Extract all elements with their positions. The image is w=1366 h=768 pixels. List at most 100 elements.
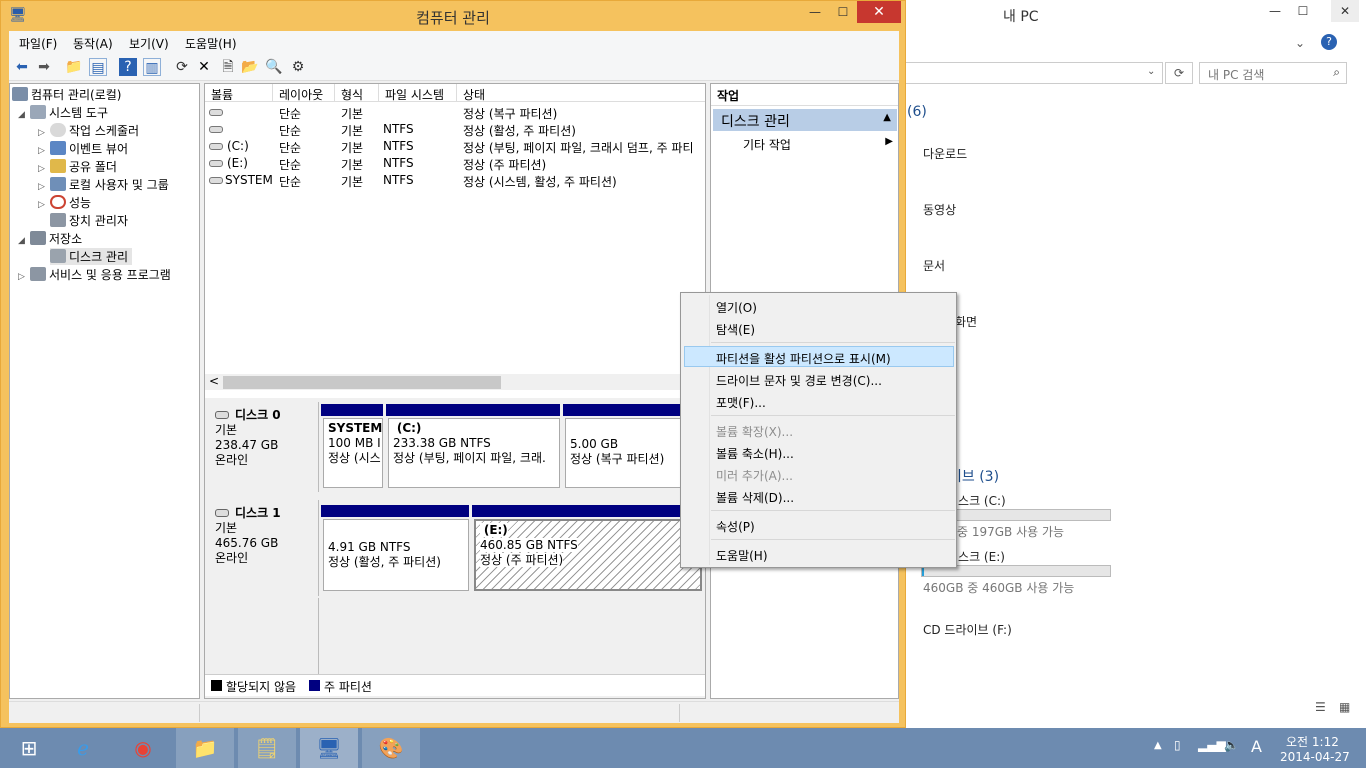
menu-item-mark-active[interactable]: 파티션을 활성 파티션으로 표시(M) [716,350,891,367]
ime-indicator[interactable]: A [1251,737,1262,756]
menu-action[interactable]: 동작(A) [73,35,113,52]
clock-date[interactable]: 2014-04-27 [1280,750,1350,764]
actions-section-disk-management[interactable]: 디스크 관리 ▲ [713,109,897,131]
collapse-up-icon[interactable]: ▲ [883,112,891,123]
volume-icon[interactable]: 🔈 [1224,738,1239,752]
menu-help[interactable]: 도움말(H) [185,35,237,52]
network-icon[interactable]: ▂▄▆ [1198,738,1226,752]
column-status[interactable]: 상태 [457,84,705,102]
folder-downloads[interactable]: 다운로드 [923,145,967,162]
explorer-maximize-button[interactable]: ☐ [1289,0,1317,22]
actions-more[interactable]: 기타 작업 ▶ [743,136,895,153]
properties-icon[interactable]: 🗎 [219,58,237,76]
large-icons-view-icon[interactable]: ▦ [1339,700,1350,714]
table-row[interactable]: SYSTEM 단순 기본 NTFS 정상 (시스템, 활성, 주 파티션) [205,172,705,189]
table-row[interactable]: (E:) 단순 기본 NTFS 정상 (주 파티션) [205,155,705,172]
tree-item-services[interactable]: ▷ 서비스 및 응용 프로그램 [18,266,171,283]
disk-1-label[interactable]: 디스크 1 기본 465.76 GB 온라인 [207,500,319,596]
partition-e-selected[interactable]: (E:) 460.85 GB NTFS 정상 (주 파티션) [474,519,702,591]
folders-group-header[interactable]: (6) [907,104,927,120]
open-icon[interactable]: 📂 [241,58,259,76]
table-row[interactable]: (C:) 단순 기본 NTFS 정상 (부팅, 페이지 파일, 크래시 덤프, … [205,138,705,155]
menu-item-explore[interactable]: 탐색(E) [716,321,755,338]
menu-item-format[interactable]: 포맷(F)... [716,394,766,411]
ie-icon[interactable]: ℯ [54,728,112,768]
address-dropdown-icon[interactable]: ⌄ [1147,66,1155,77]
sticky-notes-icon[interactable]: 🗒 [238,728,296,768]
menu-item-delete[interactable]: 볼륨 삭제(D)... [716,489,794,506]
folder-documents[interactable]: 문서 [923,257,945,274]
tree-item-local-users[interactable]: ▷ 로컬 사용자 및 그룹 [38,176,169,193]
refresh-icon[interactable]: ⟳ [173,58,191,76]
tree-item-disk-management[interactable]: 디스크 관리 [50,248,133,265]
collapse-icon[interactable]: ◢ [18,110,30,120]
computer-management-icon[interactable]: 🖥 [300,728,358,768]
column-layout[interactable]: 레이아웃 [273,84,335,102]
collapse-icon[interactable]: ◢ [18,236,30,246]
explorer-close-button[interactable]: ✕ [1331,0,1359,22]
menu-item-add-mirror[interactable]: 미러 추가(A)... [716,467,793,484]
cd-drive-label[interactable]: CD 드라이브 (F:) [923,621,1012,638]
menu-item-help[interactable]: 도움말(H) [716,547,768,564]
tree-item-system-tools[interactable]: ◢ 시스템 도구 [18,104,108,121]
menu-item-change-letter[interactable]: 드라이브 문자 및 경로 변경(C)... [716,372,882,389]
menu-view[interactable]: 보기(V) [129,35,169,52]
menu-item-open[interactable]: 열기(O) [716,299,757,316]
tree-item-shared-folders[interactable]: ▷ 공유 폴더 [38,158,117,175]
expand-icon[interactable]: ▷ [38,146,50,156]
forward-icon[interactable]: ➡ [35,58,53,76]
help-icon[interactable]: ? [1321,34,1337,50]
table-row[interactable]: 단순 기본 NTFS 정상 (활성, 주 파티션) [205,121,705,138]
address-bar[interactable]: ⌄ [903,62,1163,84]
tree-item-storage[interactable]: ◢ 저장소 [18,230,82,247]
tree-item-performance[interactable]: ▷ 성능 [38,194,91,211]
horizontal-scrollbar[interactable]: < [205,374,705,390]
tree-item-task-scheduler[interactable]: ▷ 작업 스케줄러 [38,122,139,139]
maximize-button[interactable]: ☐ [829,1,857,23]
column-filesystem[interactable]: 파일 시스템 [379,84,457,102]
chrome-icon[interactable]: ◉ [114,728,172,768]
menu-item-extend[interactable]: 볼륨 확장(X)... [716,423,793,440]
menu-item-properties[interactable]: 속성(P) [716,518,755,535]
expand-icon[interactable]: ▷ [38,128,50,138]
expand-icon[interactable]: ▷ [38,200,50,210]
column-type[interactable]: 형식 [335,84,379,102]
tree-item-device-manager[interactable]: 장치 관리자 [50,212,128,229]
minimize-button[interactable]: — [801,1,829,23]
close-button[interactable]: ✕ [857,1,901,23]
help-icon[interactable]: ? [119,58,137,76]
clock-time[interactable]: 오전 1:12 [1286,733,1339,750]
folder-videos[interactable]: 동영상 [923,201,956,218]
tree-item-event-viewer[interactable]: ▷ 이벤트 뷰어 [38,140,128,157]
expand-icon[interactable]: ▷ [38,164,50,174]
scrollbar-thumb[interactable] [223,376,501,389]
details-view-icon[interactable]: ☰ [1315,700,1326,714]
menu-file[interactable]: 파일(F) [19,35,57,52]
partition-disk1-active[interactable]: 4.91 GB NTFS 정상 (활성, 주 파티션) [323,519,469,591]
delete-icon[interactable]: ✕ [195,58,213,76]
column-volume[interactable]: 볼륨 [205,84,273,102]
expand-icon[interactable]: ▷ [18,272,30,282]
power-icon[interactable]: ▯ [1174,738,1181,752]
start-button[interactable]: ⊞ [0,728,58,768]
tray-overflow-icon[interactable]: ▲ [1154,740,1162,751]
up-folder-icon[interactable]: 📁 [65,58,83,76]
show-tree-icon[interactable]: ▤ [89,58,107,76]
back-icon[interactable]: ⬅ [13,58,31,76]
refresh-button[interactable]: ⟳ [1165,62,1193,84]
disk-0-label[interactable]: 디스크 0 기본 238.47 GB 온라인 [207,402,319,492]
partition-c[interactable]: (C:) 233.38 GB NTFS 정상 (부팅, 페이지 파일, 크래. [388,418,560,488]
search-icon[interactable]: 🔍 [265,58,283,76]
paint-icon[interactable]: 🎨 [362,728,420,768]
ribbon-expand-icon[interactable]: ⌄ [1295,36,1305,50]
tree-item-root[interactable]: 컴퓨터 관리(로컬) [12,86,121,103]
explorer-minimize-button[interactable]: — [1261,0,1289,22]
partition-system[interactable]: SYSTEM 100 MB I 정상 (시스 [323,418,383,488]
search-input[interactable]: 내 PC 검색 ⌕ [1199,62,1347,84]
scroll-left-icon[interactable]: < [209,374,219,388]
table-row[interactable]: 단순 기본 정상 (복구 파티션) [205,104,705,121]
menu-item-shrink[interactable]: 볼륨 축소(H)... [716,445,794,462]
file-explorer-icon[interactable]: 📁 [176,728,234,768]
folder-desktop[interactable]: 화면 [955,313,977,330]
show-action-pane-icon[interactable]: ▥ [143,58,161,76]
